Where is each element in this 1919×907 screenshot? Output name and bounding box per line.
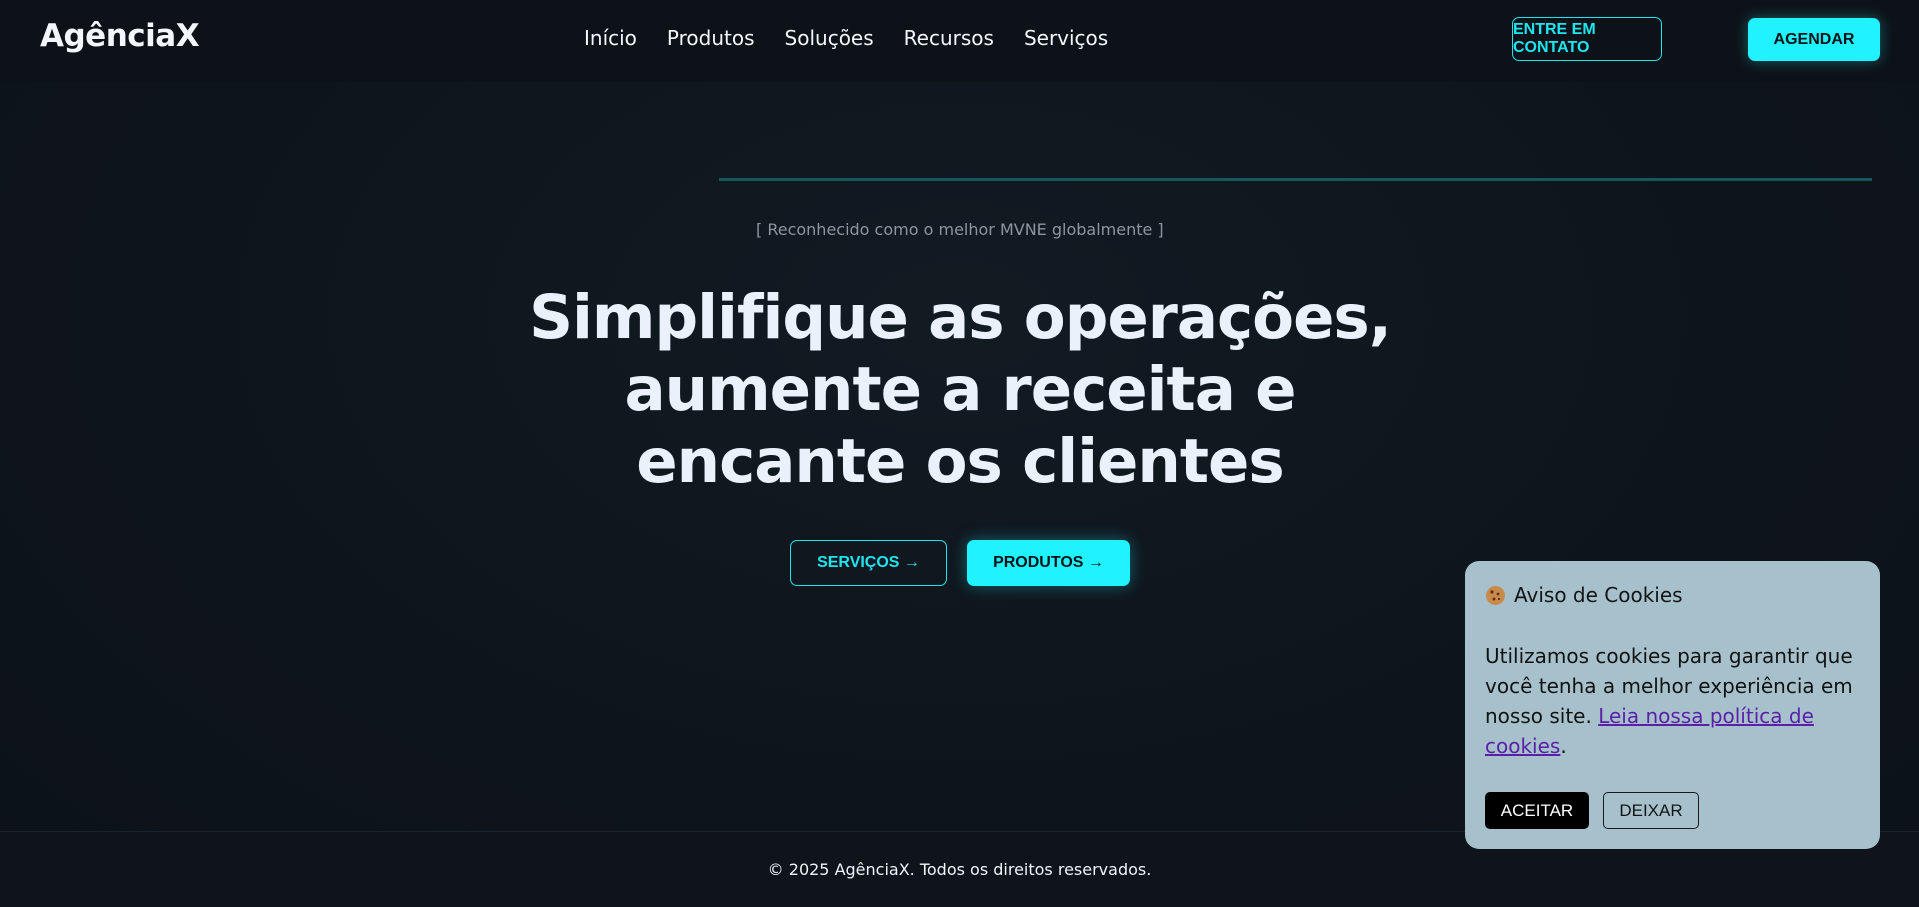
services-button[interactable]: SERVIÇOS → bbox=[790, 540, 947, 586]
products-button[interactable]: PRODUTOS → bbox=[967, 540, 1130, 586]
hero-title-line-1: Simplifique as operações, bbox=[529, 282, 1392, 353]
cookie-banner-header: Aviso de Cookies bbox=[1485, 583, 1683, 607]
hero-divider-line bbox=[719, 178, 1872, 181]
main-nav: Início Produtos Soluções Recursos Serviç… bbox=[584, 26, 1138, 50]
cookie-banner-title: Aviso de Cookies bbox=[1514, 583, 1683, 607]
footer-copyright: © 2025 AgênciaX. Todos os direitos reser… bbox=[767, 860, 1152, 879]
cookie-banner-message: Utilizamos cookies para garantir que voc… bbox=[1485, 641, 1865, 761]
cookie-banner: Aviso de Cookies Utilizamos cookies para… bbox=[1465, 561, 1880, 849]
nav-item-servicos[interactable]: Serviços bbox=[1024, 26, 1108, 50]
schedule-button[interactable]: AGENDAR bbox=[1748, 18, 1880, 61]
contact-button[interactable]: ENTRE EM CONTATO bbox=[1512, 17, 1662, 61]
site-header: AgênciaX Início Produtos Soluções Recurs… bbox=[0, 0, 1919, 82]
accept-cookies-button[interactable]: ACEITAR bbox=[1485, 792, 1589, 829]
hero-tagline: [ Reconhecido como o melhor MVNE globalm… bbox=[756, 220, 1164, 239]
hero-title-line-3: encante os clientes bbox=[636, 426, 1284, 497]
hero-title: Simplifique as operações, aumente a rece… bbox=[460, 282, 1460, 498]
logo[interactable]: AgênciaX bbox=[40, 18, 200, 54]
hero-title-line-2: aumente a receita e bbox=[624, 354, 1297, 425]
nav-item-solucoes[interactable]: Soluções bbox=[785, 26, 874, 50]
nav-item-recursos[interactable]: Recursos bbox=[904, 26, 994, 50]
cookie-icon bbox=[1485, 585, 1506, 606]
nav-item-produtos[interactable]: Produtos bbox=[667, 26, 755, 50]
decline-cookies-button[interactable]: DEIXAR bbox=[1603, 792, 1699, 829]
nav-item-inicio[interactable]: Início bbox=[584, 26, 637, 50]
page: AgênciaX Início Produtos Soluções Recurs… bbox=[0, 0, 1919, 907]
cookie-banner-trailing: . bbox=[1560, 734, 1567, 758]
